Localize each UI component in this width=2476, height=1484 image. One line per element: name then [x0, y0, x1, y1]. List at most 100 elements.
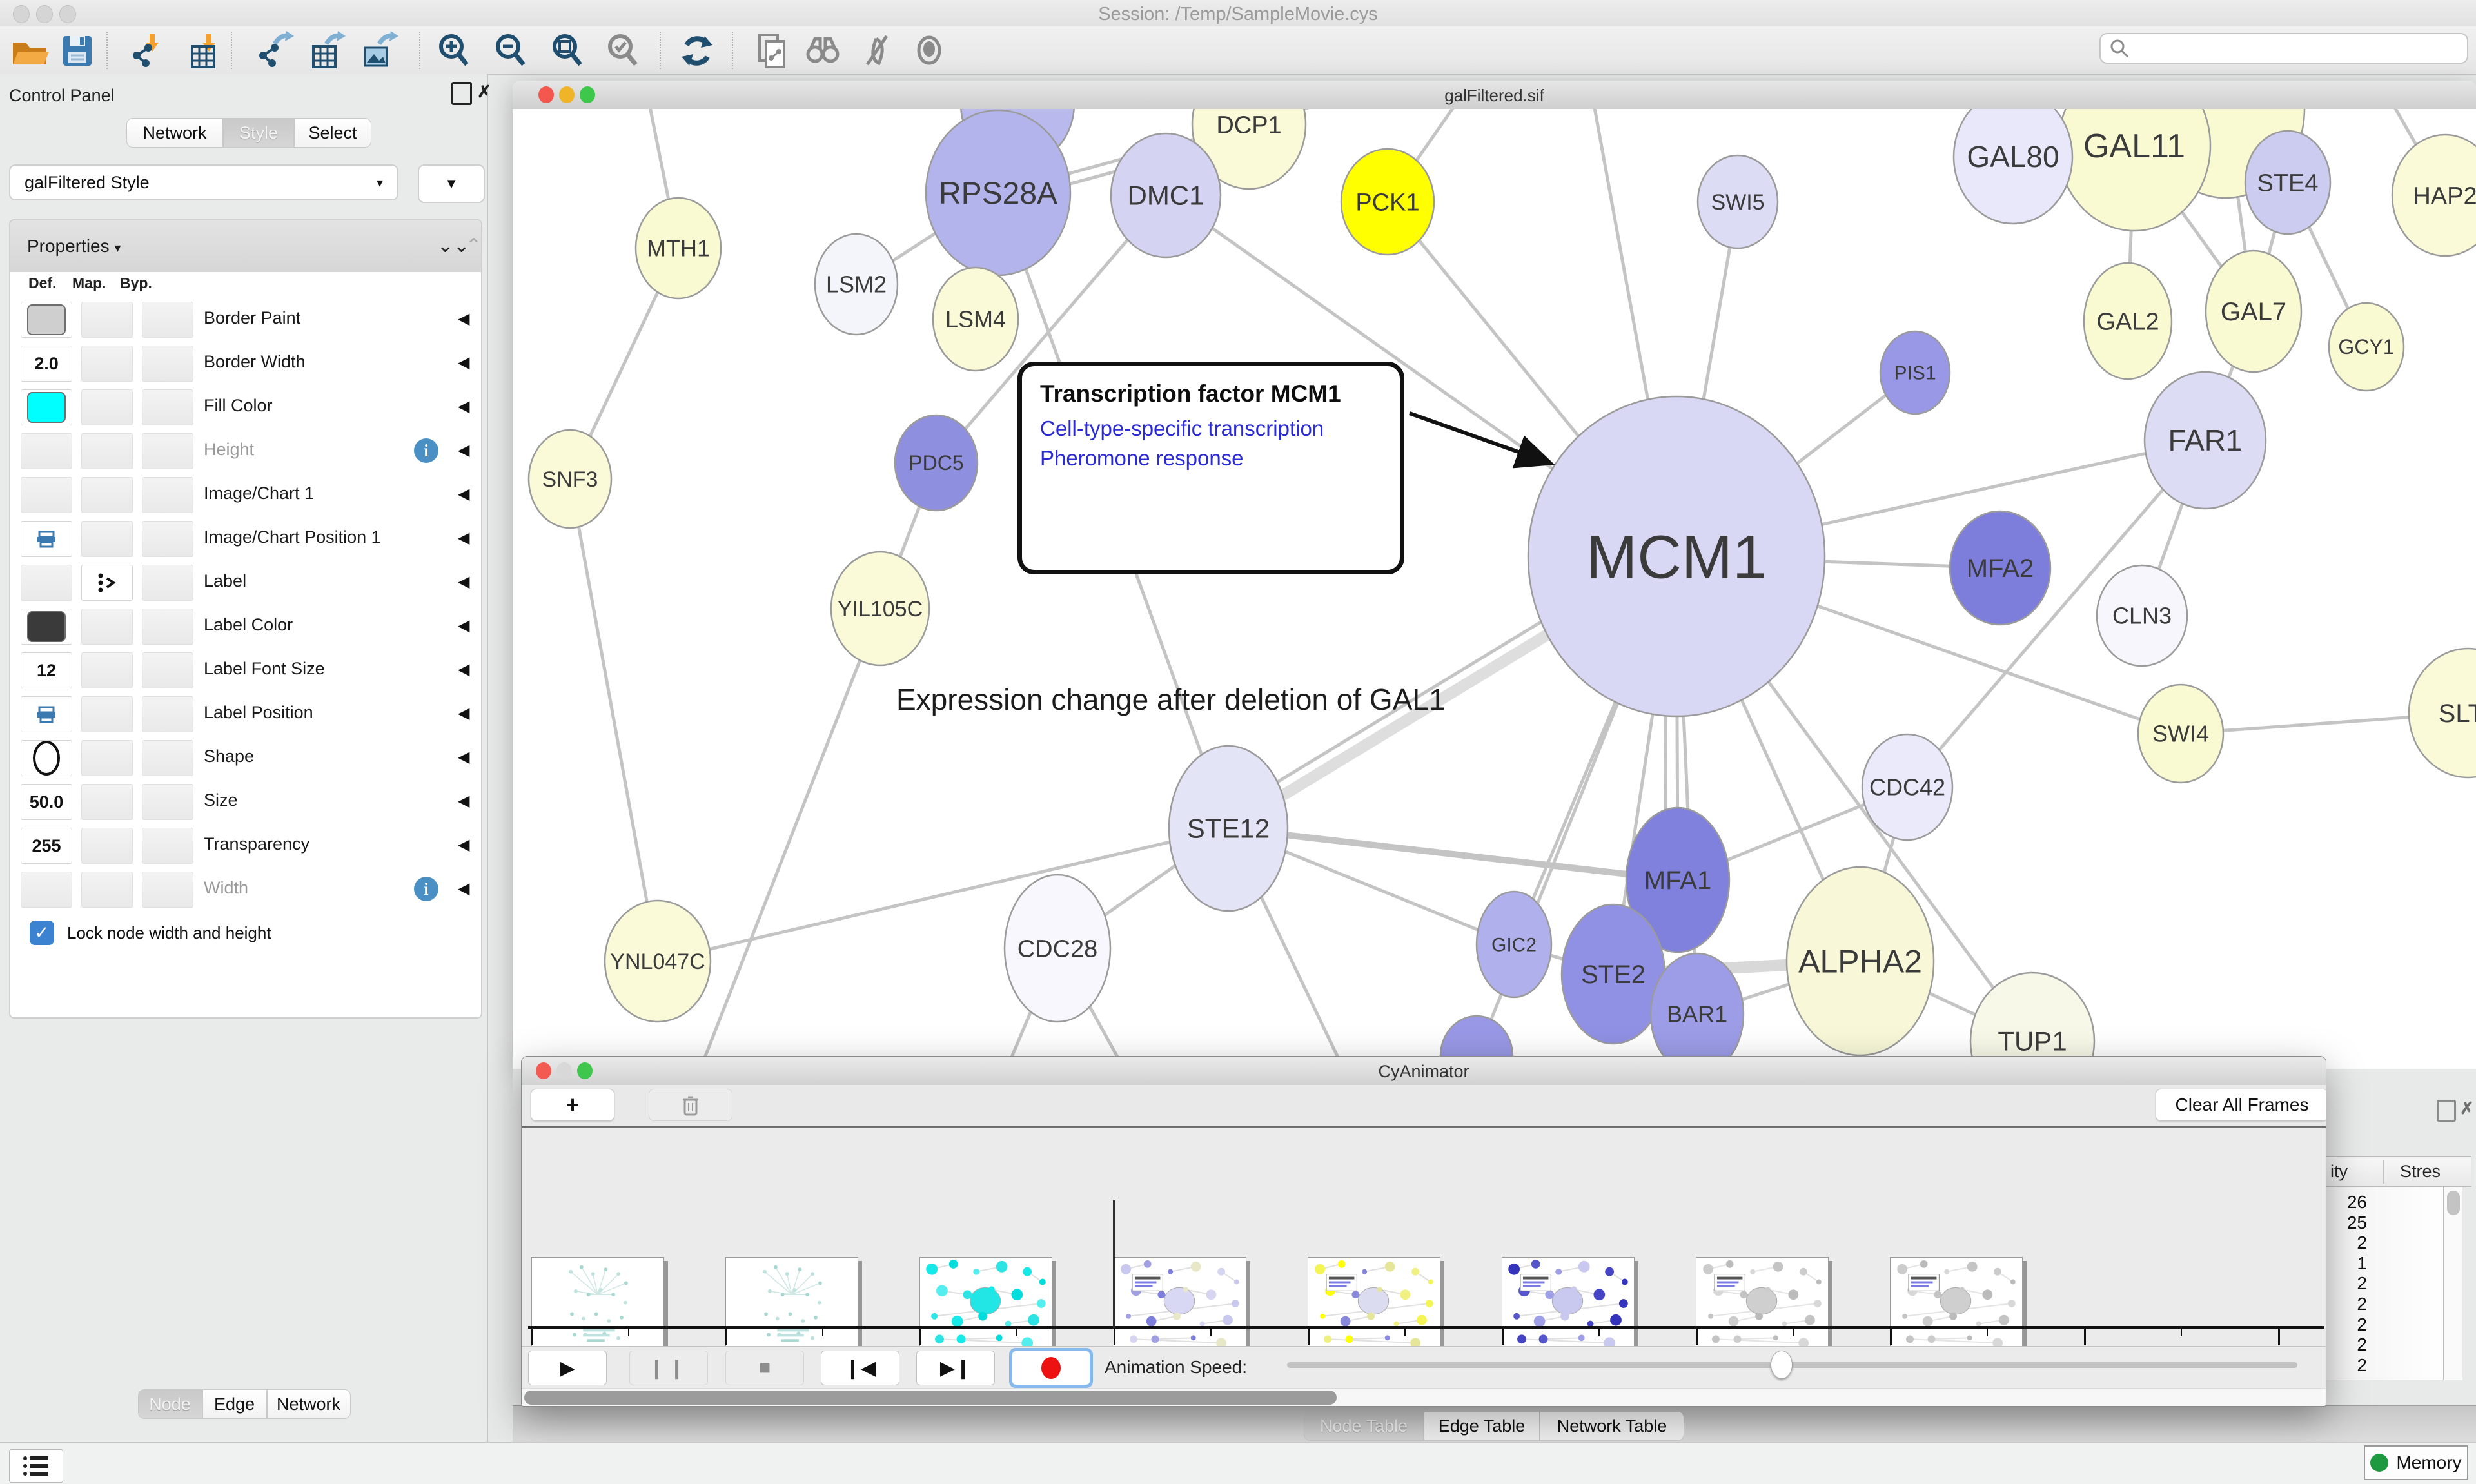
- default-cell[interactable]: [21, 565, 72, 601]
- default-cell[interactable]: [21, 609, 72, 645]
- copy-document-icon[interactable]: [749, 29, 796, 72]
- table-cell-value[interactable]: 1: [2324, 1253, 2367, 1274]
- collapse-arrow-icon[interactable]: ◀: [458, 792, 469, 810]
- task-history-button[interactable]: [9, 1449, 63, 1483]
- table-cell-value[interactable]: 2: [2324, 1273, 2367, 1294]
- close-panel-icon[interactable]: ✗: [2460, 1098, 2474, 1118]
- property-row-shape[interactable]: Shape◀: [10, 736, 481, 781]
- table-cell-value[interactable]: 2: [2324, 1233, 2367, 1253]
- style-options-button[interactable]: ▼: [418, 164, 485, 203]
- bypass-cell[interactable]: [142, 609, 193, 645]
- scrollbar-thumb[interactable]: [524, 1391, 1337, 1405]
- search-input[interactable]: [2130, 38, 2455, 59]
- refresh-icon[interactable]: [674, 29, 720, 72]
- default-cell[interactable]: [21, 302, 72, 338]
- timeline-scrollbar[interactable]: [522, 1388, 2326, 1407]
- property-row-label[interactable]: Label◀: [10, 561, 481, 605]
- import-table-icon[interactable]: [181, 29, 227, 72]
- property-row-border-paint[interactable]: Border Paint◀: [10, 298, 481, 342]
- property-row-fill-color[interactable]: Fill Color◀: [10, 386, 481, 430]
- network-canvas[interactable]: DCP1GAL11GAL80RPS28ADMC1HAP2STE4PCK1SWI5…: [513, 109, 2476, 1069]
- table-cell-value[interactable]: 2: [2324, 1314, 2367, 1335]
- annotation-box[interactable]: Transcription factor MCM1 Cell-type-spec…: [1017, 362, 1404, 574]
- tab-edge-table[interactable]: Edge Table: [1424, 1411, 1540, 1441]
- float-panel-icon[interactable]: [2437, 1100, 2456, 1122]
- default-cell[interactable]: 255: [21, 828, 72, 864]
- collapse-arrow-icon[interactable]: ◀: [458, 353, 469, 372]
- tab-node-table[interactable]: Node Table: [1304, 1411, 1424, 1441]
- info-icon[interactable]: i: [414, 877, 438, 901]
- collapse-arrow-icon[interactable]: ◀: [458, 835, 469, 854]
- bypass-cell[interactable]: [142, 302, 193, 338]
- mapping-cell[interactable]: [81, 477, 133, 513]
- collapse-arrow-icon[interactable]: ◀: [458, 704, 469, 723]
- chevron-down-icon[interactable]: ▾: [114, 241, 121, 255]
- mapping-cell[interactable]: [81, 346, 133, 382]
- playhead[interactable]: [1113, 1200, 1115, 1328]
- mapping-cell[interactable]: [81, 740, 133, 776]
- table-cell-value[interactable]: 26: [2324, 1192, 2367, 1213]
- default-cell[interactable]: [21, 740, 72, 776]
- default-cell[interactable]: 2.0: [21, 346, 72, 382]
- mapping-cell[interactable]: [81, 784, 133, 820]
- tab-network-table[interactable]: Network Table: [1540, 1411, 1684, 1441]
- default-cell[interactable]: [21, 389, 72, 425]
- lock-checkbox[interactable]: ✓: [30, 921, 54, 945]
- frame-thumbnail-0[interactable]: [531, 1257, 664, 1354]
- property-row-border-width[interactable]: 2.0Border Width◀: [10, 342, 481, 386]
- mapping-cell[interactable]: [81, 609, 133, 645]
- zoom-out-icon[interactable]: [487, 29, 534, 72]
- collapse-arrow-icon[interactable]: ◀: [458, 572, 469, 591]
- pause-button[interactable]: ❙❙: [629, 1351, 708, 1385]
- record-button[interactable]: [1012, 1351, 1090, 1385]
- collapse-arrow-icon[interactable]: ◀: [458, 879, 469, 898]
- property-row-width[interactable]: Widthi◀: [10, 868, 481, 912]
- style-selector[interactable]: galFiltered Style ▾: [9, 164, 398, 200]
- mapping-cell[interactable]: [81, 565, 133, 601]
- stop-button[interactable]: ■: [725, 1351, 804, 1385]
- annotation-link[interactable]: Pheromone response: [1040, 446, 1382, 471]
- table-cell-value[interactable]: 2: [2324, 1294, 2367, 1314]
- frame-thumbnail-6[interactable]: [1696, 1257, 1829, 1354]
- bypass-cell[interactable]: [142, 740, 193, 776]
- info-icon[interactable]: i: [414, 438, 438, 463]
- tab-style[interactable]: Style: [223, 118, 294, 148]
- default-cell[interactable]: [21, 477, 72, 513]
- mapping-cell[interactable]: [81, 872, 133, 908]
- mapping-cell[interactable]: [81, 302, 133, 338]
- frame-thumbnail-4[interactable]: [1308, 1257, 1440, 1354]
- default-cell[interactable]: [21, 696, 72, 732]
- timeline-area[interactable]: 0123456789 Seconds: [522, 1128, 2326, 1346]
- column-divider[interactable]: [2383, 1160, 2384, 1184]
- collapse-arrow-icon[interactable]: ◀: [458, 485, 469, 503]
- property-row-size[interactable]: 50.0Size◀: [10, 780, 481, 825]
- bypass-cell[interactable]: [142, 872, 193, 908]
- default-cell[interactable]: 12: [21, 652, 72, 688]
- scrollbar-thumb[interactable]: [2447, 1191, 2460, 1215]
- collapse-arrow-icon[interactable]: ◀: [458, 529, 469, 547]
- collapse-arrow-icon[interactable]: ◀: [458, 616, 469, 635]
- export-table-icon[interactable]: [302, 29, 348, 72]
- table-cell-value[interactable]: 2: [2324, 1355, 2367, 1376]
- annotation-link[interactable]: Cell-type-specific transcription: [1040, 416, 1382, 441]
- tab-network[interactable]: Network: [126, 118, 223, 148]
- property-row-label-color[interactable]: Label Color◀: [10, 605, 481, 649]
- add-frame-button[interactable]: +: [531, 1089, 614, 1121]
- mapping-cell[interactable]: [81, 521, 133, 557]
- export-network-icon[interactable]: [250, 29, 297, 72]
- default-cell[interactable]: [21, 521, 72, 557]
- mapping-cell[interactable]: [81, 828, 133, 864]
- collapse-arrow-icon[interactable]: ◀: [458, 309, 469, 328]
- frame-thumbnail-2[interactable]: [919, 1257, 1052, 1354]
- float-panel-icon[interactable]: [451, 82, 472, 105]
- frame-thumbnail-1[interactable]: [725, 1257, 858, 1354]
- first-neighbors-icon[interactable]: [800, 29, 846, 72]
- show-all-icon[interactable]: [906, 29, 952, 72]
- bypass-cell[interactable]: [142, 477, 193, 513]
- next-frame-button[interactable]: ▶❙: [916, 1351, 995, 1385]
- collapse-arrow-icon[interactable]: ◀: [458, 397, 469, 416]
- bypass-cell[interactable]: [142, 784, 193, 820]
- zoom-in-icon[interactable]: [431, 29, 477, 72]
- property-row-image-chart-position-1[interactable]: Image/Chart Position 1◀: [10, 517, 481, 561]
- zoom-selected-icon[interactable]: [600, 29, 646, 72]
